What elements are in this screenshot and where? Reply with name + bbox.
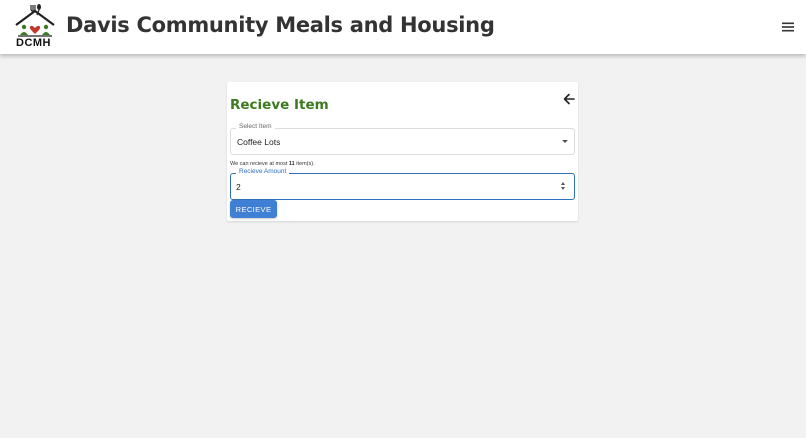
select-item-dropdown[interactable]: Select Item Coffee Lots xyxy=(230,123,575,155)
page-title: Recieve Item xyxy=(230,97,329,113)
select-item-label: Select Item xyxy=(236,123,275,130)
hamburger-menu-icon[interactable] xyxy=(781,20,795,34)
receive-amount-input[interactable] xyxy=(236,181,536,193)
receive-item-card: Recieve Item Select Item Coffee Lots We … xyxy=(227,82,578,221)
chevron-down-icon xyxy=(562,140,568,143)
arrow-left-icon[interactable] xyxy=(562,92,576,106)
receive-amount-field: Recieve Amount xyxy=(230,168,575,200)
app-header: DCMH Davis Community Meals and Housing xyxy=(0,0,806,54)
max-receive-hint: We can recieve at most 11 item(s). xyxy=(230,161,315,167)
receive-amount-label: Recieve Amount xyxy=(236,168,290,175)
site-title: Davis Community Meals and Housing xyxy=(66,13,495,37)
stepper-down-icon[interactable] xyxy=(561,187,565,190)
number-stepper-icon[interactable] xyxy=(561,182,567,191)
hint-suffix: item(s). xyxy=(294,161,315,167)
select-item-value: Coffee Lots xyxy=(237,137,281,147)
hint-prefix: We can recieve at most xyxy=(230,161,289,167)
receive-button[interactable]: RECIEVE xyxy=(230,200,277,218)
logo-text: DCMH xyxy=(16,37,51,49)
stepper-up-icon[interactable] xyxy=(561,182,565,185)
